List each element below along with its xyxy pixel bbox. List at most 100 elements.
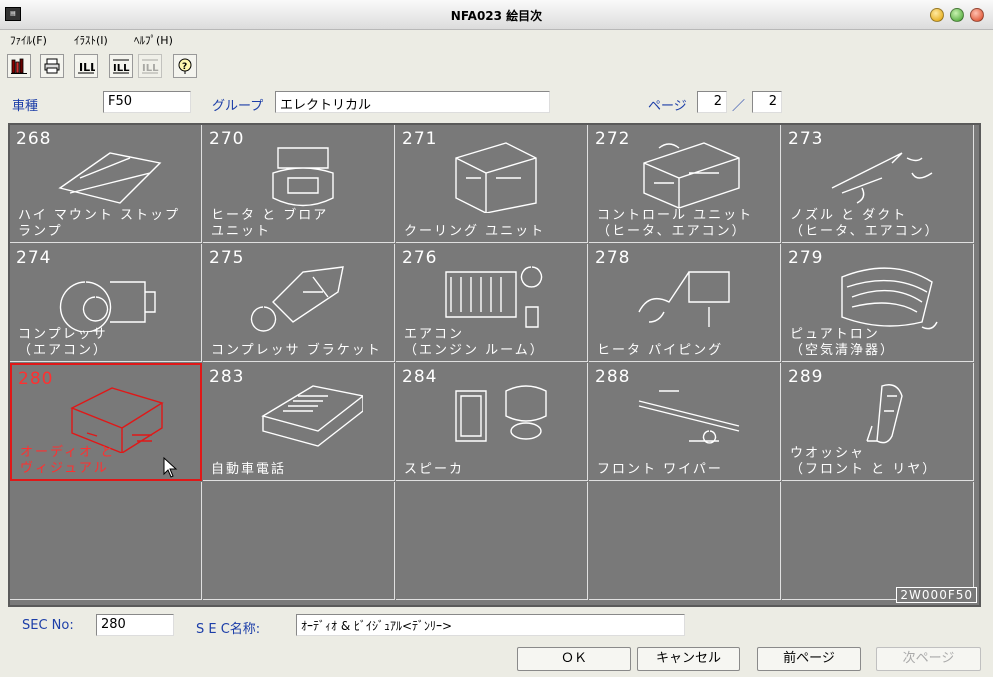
illust-button[interactable]: ILL <box>74 54 98 78</box>
cell-code: 283 <box>209 367 245 387</box>
part-illustration <box>58 152 162 204</box>
menu-illust[interactable]: ｲﾗｽﾄ(I) <box>74 32 108 48</box>
group-label: グループ <box>212 99 264 114</box>
cell-code: 271 <box>402 129 438 149</box>
mouse-cursor-icon <box>163 457 178 478</box>
illust-swap-icon: ILL <box>142 59 159 74</box>
ok-button[interactable]: ＯＫ <box>517 647 631 671</box>
cell-code: 274 <box>16 248 52 268</box>
illustration-cell[interactable]: 284 スピーカ <box>396 363 588 481</box>
cell-code: 284 <box>402 367 438 387</box>
empty-cell <box>589 482 781 600</box>
illustration-cell[interactable]: 271 クーリング ユニット <box>396 125 588 243</box>
part-illustration <box>455 385 547 442</box>
close-button[interactable] <box>970 8 984 22</box>
cell-code: 270 <box>209 129 245 149</box>
page-current-field[interactable]: 2 <box>697 91 727 113</box>
illustration-cell[interactable]: 268 ハイ マウント ストップ ランプ <box>10 125 202 243</box>
illustration-cell[interactable]: 288 フロント ワイパー <box>589 363 781 481</box>
cell-name: コンプレッサ （エアコン） <box>18 327 109 358</box>
menu-bar: ﾌｧｲﾙ(F) ｲﾗｽﾄ(I) ﾍﾙﾌﾟ(H) <box>0 30 993 50</box>
title-bar: ▤ NFA023 絵目次 <box>0 0 993 30</box>
cell-code: 275 <box>209 248 245 268</box>
cell-name: コントロール ユニット （ヒータ、エアコン） <box>597 208 754 239</box>
sec-no-label: SEC No: <box>22 618 74 633</box>
svg-text:?: ? <box>182 62 187 72</box>
cell-code: 273 <box>788 129 824 149</box>
part-illustration <box>70 387 164 453</box>
empty-cell <box>782 482 974 600</box>
svg-text:ILL: ILL <box>79 61 95 74</box>
illustration-cell[interactable]: 279 ピュアトロン （空気清浄器） <box>782 244 974 362</box>
empty-cell <box>10 482 202 600</box>
model-field[interactable]: F50 <box>103 91 191 113</box>
cell-name: ノズル と ダクト （ヒータ、エアコン） <box>790 208 940 239</box>
illustration-cell[interactable]: 274 コンプレッサ （エアコン） <box>10 244 202 362</box>
illustration-cell[interactable]: 289 ウオッシャ （フロント と リヤ） <box>782 363 974 481</box>
cell-code: 288 <box>595 367 631 387</box>
printer-icon <box>44 58 60 74</box>
part-illustration <box>445 266 543 328</box>
illustration-cell[interactable]: 270 ヒータ と ブロア ユニット <box>203 125 395 243</box>
illustration-cell[interactable]: 283 自動車電話 <box>203 363 395 481</box>
cell-code: 268 <box>16 129 52 149</box>
cell-name: スピーカ <box>404 462 465 477</box>
cell-name: ヒータ パイピング <box>597 343 724 358</box>
part-illustration <box>831 152 933 204</box>
illustration-cell[interactable]: 273 ノズル と ダクト （ヒータ、エアコン） <box>782 125 974 243</box>
illustration-grid: 268 ハイ マウント ストップ ランプ 270 ヒータ と ブロア ユニット 271 ク… <box>8 123 981 607</box>
part-illustration <box>250 266 344 332</box>
illustration-cell[interactable]: 278 ヒータ パイピング <box>589 244 781 362</box>
cell-code: 280 <box>18 369 54 389</box>
cell-name: ハイ マウント ストップ ランプ <box>18 208 181 239</box>
part-illustration <box>261 385 363 447</box>
next-page-button[interactable]: 次ページ <box>876 647 981 671</box>
page-separator: ／ <box>732 99 746 114</box>
part-illustration <box>643 142 740 209</box>
help-button[interactable]: ? <box>173 54 197 78</box>
empty-cell <box>203 482 395 600</box>
cell-name: コンプレッサ ブラケット <box>211 343 382 358</box>
part-illustration <box>272 147 334 207</box>
sec-name-label: S E C名称: <box>196 622 261 637</box>
part-illustration <box>841 267 938 330</box>
group-field[interactable]: エレクトリカル <box>275 91 550 113</box>
maximize-button[interactable] <box>950 8 964 22</box>
empty-cell <box>396 482 588 600</box>
part-illustration <box>638 390 740 444</box>
illustration-cell[interactable]: 276 エアコン （エンジン ルーム） <box>396 244 588 362</box>
menu-help[interactable]: ﾍﾙﾌﾟ(H) <box>134 32 173 48</box>
model-label: 車種 <box>12 99 39 114</box>
prev-page-button[interactable]: 前ページ <box>757 647 861 671</box>
cell-code: 276 <box>402 248 438 268</box>
page-total-field: 2 <box>752 91 782 113</box>
part-illustration <box>59 281 156 332</box>
print-button[interactable] <box>40 54 64 78</box>
svg-text:ILL: ILL <box>113 63 130 74</box>
minimize-button[interactable] <box>930 8 944 22</box>
illustration-cell[interactable]: 272 コントロール ユニット （ヒータ、エアコン） <box>589 125 781 243</box>
menu-file[interactable]: ﾌｧｲﾙ(F) <box>10 32 47 48</box>
cell-code: 289 <box>788 367 824 387</box>
cancel-button[interactable]: キャンセル <box>637 647 740 671</box>
part-illustration <box>455 142 537 213</box>
part-illustration <box>638 271 730 327</box>
illust-icon: ILL <box>78 61 95 74</box>
cell-name: ピュアトロン （空気清浄器） <box>790 327 896 358</box>
cell-code: 272 <box>595 129 631 149</box>
toolbar: ILL ILL ILL ? <box>0 52 993 82</box>
part-illustration <box>866 384 903 444</box>
cell-name: フロント ワイパー <box>597 462 723 477</box>
cell-name: ヒータ と ブロア ユニット <box>211 208 329 239</box>
page-label: ページ <box>648 99 687 114</box>
window-title: NFA023 絵目次 <box>450 9 543 23</box>
bookshelf-icon <box>11 58 27 74</box>
cell-name: 自動車電話 <box>211 462 287 477</box>
illust-swap-button[interactable]: ILL <box>138 54 162 78</box>
illustration-cell[interactable]: 275 コンプレッサ ブラケット <box>203 244 395 362</box>
cell-code: 278 <box>595 248 631 268</box>
bookshelf-button[interactable] <box>7 54 31 78</box>
illust-list-button[interactable]: ILL <box>109 54 133 78</box>
sec-name-field[interactable]: ｵｰﾃﾞｨｵ & ﾋﾞｲｼﾞｭｱﾙ<ﾃﾞﾝﾘｰ> <box>296 614 685 636</box>
sec-no-field[interactable]: 280 <box>96 614 174 636</box>
